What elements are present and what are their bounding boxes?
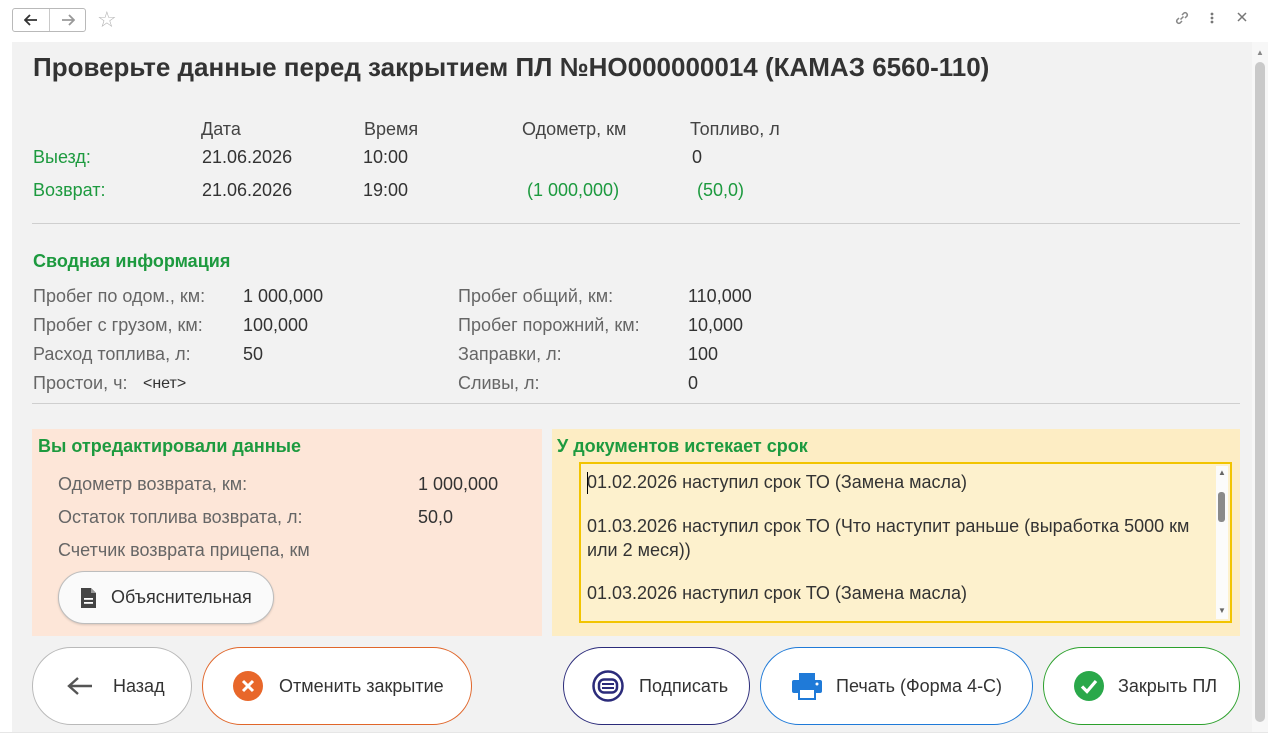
check-circle-icon — [1074, 671, 1104, 701]
list-item: 01.03.2026 наступил срок ТО (Что наступи… — [587, 516, 1190, 560]
back-nav-button[interactable] — [13, 9, 49, 31]
summary-value: 100 — [688, 344, 719, 364]
print-button-label: Печать (Форма 4-С) — [836, 675, 1003, 696]
back-button-label: Назад — [113, 675, 165, 696]
textarea-scrollbar[interactable]: ▲ ▼ — [1216, 466, 1228, 619]
return-odometer-link[interactable]: (1 000,000) — [527, 180, 619, 201]
list-item: 01.02.2026 наступил срок ТО (Замена масл… — [587, 472, 967, 492]
window-toolbar: ☆ — [0, 0, 1268, 40]
header-date: Дата — [201, 119, 241, 139]
textarea-scroll-thumb[interactable] — [1218, 492, 1225, 522]
edited-title: Вы отредактировали данные — [38, 436, 301, 456]
close-icon[interactable] — [1236, 10, 1248, 28]
return-time: 19:00 — [363, 180, 409, 200]
kebab-menu-icon[interactable] — [1208, 10, 1216, 30]
return-date: 21.06.2026 — [202, 180, 293, 200]
departure-time: 10:00 — [363, 147, 409, 167]
header-time: Время — [364, 119, 419, 139]
explanation-button-label: Объяснительная — [111, 587, 252, 607]
scroll-up-arrow-icon[interactable]: ▲ — [1218, 468, 1226, 477]
summary-value: 50 — [243, 344, 264, 364]
divider — [32, 403, 1240, 404]
summary-label: Пробег порожний, км: — [458, 315, 640, 335]
expiring-docs-textarea[interactable]: 01.02.2026 наступил срок ТО (Замена масл… — [579, 462, 1232, 623]
cancel-closing-label: Отменить закрытие — [279, 675, 444, 696]
list-item: 01.03.2026 наступил срок ТО (Замена масл… — [587, 583, 967, 603]
summary-label: Простои, ч: — [33, 373, 128, 393]
header-fuel: Топливо, л — [690, 119, 780, 139]
back-button[interactable]: Назад — [32, 647, 192, 725]
cancel-circle-icon — [233, 671, 263, 701]
sign-button-label: Подписать — [639, 675, 729, 696]
edited-value: 50,0 — [418, 507, 454, 527]
edited-label: Одометр возврата, км: — [58, 474, 248, 494]
edited-value: 1 000,000 — [418, 474, 499, 494]
page-title: Проверьте данные перед закрытием ПЛ №НО0… — [33, 52, 990, 82]
arrow-left-icon — [67, 677, 92, 695]
page-scrollbar[interactable]: ▲ — [1252, 42, 1268, 732]
cancel-closing-button[interactable]: Отменить закрытие — [202, 647, 472, 725]
link-icon[interactable] — [1174, 10, 1190, 30]
summary-label: Заправки, л: — [458, 344, 562, 364]
summary-value: 110,000 — [688, 286, 752, 306]
summary-label: Расход топлива, л: — [33, 344, 191, 364]
summary-value: 10,000 — [688, 315, 744, 335]
summary-label: Сливы, л: — [458, 373, 540, 393]
forward-nav-button[interactable] — [49, 9, 85, 31]
summary-label: Пробег общий, км: — [458, 286, 614, 306]
return-label: Возврат: — [33, 180, 106, 200]
star-icon[interactable]: ☆ — [97, 7, 117, 33]
summary-value: 1 000,000 — [243, 286, 324, 306]
printer-icon — [792, 673, 822, 700]
print-button[interactable]: Печать (Форма 4-С) — [760, 647, 1033, 725]
nav-button-group — [12, 8, 86, 32]
departure-date: 21.06.2026 — [202, 147, 293, 167]
status-strip — [0, 732, 1268, 755]
summary-value: 100,000 — [243, 315, 309, 335]
header-odometer: Одометр, км — [522, 119, 627, 139]
explanation-button[interactable]: Объяснительная — [58, 571, 274, 624]
document-icon — [81, 587, 96, 608]
departure-fuel: 0 — [692, 147, 703, 167]
sign-button[interactable]: Подписать — [563, 647, 750, 725]
page-scroll-thumb[interactable] — [1255, 62, 1265, 722]
return-fuel-link[interactable]: (50,0) — [697, 180, 744, 201]
expiring-title: У документов истекает срок — [557, 436, 808, 456]
close-pl-button-label: Закрыть ПЛ — [1118, 675, 1218, 696]
summary-value: <нет> — [143, 375, 187, 392]
summary-value: 0 — [688, 373, 699, 393]
summary-label: Пробег по одом., км: — [33, 286, 206, 306]
edited-label: Остаток топлива возврата, л: — [58, 507, 303, 527]
scroll-up-arrow-icon[interactable]: ▲ — [1256, 48, 1264, 57]
arrow-left-icon — [24, 14, 37, 26]
edited-label: Счетчик возврата прицепа, км — [58, 540, 310, 560]
arrow-right-icon — [61, 14, 75, 26]
summary-label: Пробег с грузом, км: — [33, 315, 203, 335]
close-pl-button[interactable]: Закрыть ПЛ — [1043, 647, 1240, 725]
departure-label: Выезд: — [33, 147, 91, 167]
divider — [32, 223, 1240, 224]
scroll-down-arrow-icon[interactable]: ▼ — [1218, 606, 1226, 615]
signature-icon — [592, 670, 624, 702]
summary-title: Сводная информация — [33, 251, 231, 271]
